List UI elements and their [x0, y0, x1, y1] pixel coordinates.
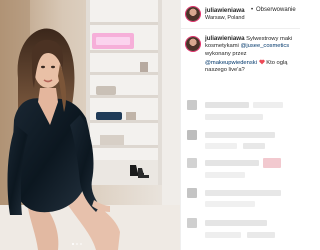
- blurred-block: [205, 143, 237, 149]
- blurred-block: [187, 130, 197, 140]
- caption-line-4: @makeupwiedenski Kto oglą: [205, 59, 288, 66]
- blurred-block: [205, 232, 241, 238]
- blurred-block: [205, 102, 249, 108]
- caption-line-3: wykonany przez: [205, 51, 247, 57]
- blurred-block: [205, 172, 245, 178]
- caption-line-5: naszego live'a?: [205, 67, 245, 73]
- blurred-block: [187, 188, 197, 198]
- blurred-block: [205, 160, 259, 166]
- blurred-block: [263, 158, 281, 168]
- blurred-block: [253, 102, 283, 108]
- caption-text-2: kosmetykami: [205, 43, 239, 49]
- blurred-block: [243, 143, 265, 149]
- mention-jusee-cosmetics[interactable]: @jusee_cosmetics: [240, 43, 289, 49]
- caption-username[interactable]: juliawieniawa: [205, 35, 245, 42]
- following-button[interactable]: Obserwowanie: [256, 7, 296, 13]
- blurred-block: [187, 100, 197, 110]
- blurred-comments: [181, 96, 301, 250]
- separator-dot: •: [251, 7, 254, 13]
- blurred-block: [187, 158, 197, 168]
- caption-line-1: juliawieniawa Sylwestrowy maki: [205, 35, 292, 42]
- username-link[interactable]: juliawieniawa: [205, 7, 245, 14]
- post-header: juliawieniawa • Obserwowanie Warsaw, Pol…: [181, 0, 300, 29]
- location-link[interactable]: Warsaw, Poland: [205, 15, 245, 21]
- blurred-block: [205, 114, 263, 120]
- caption: juliawieniawa Sylwestrowy maki kosmetyka…: [181, 29, 300, 97]
- woman-in-black-dress-photo: [0, 0, 180, 250]
- blurred-block: [247, 232, 275, 238]
- mention-makeupwiedenski[interactable]: @makeupwiedenski: [205, 60, 257, 66]
- blurred-block: [205, 201, 255, 207]
- post-sidebar: juliawieniawa • Obserwowanie Warsaw, Pol…: [180, 0, 300, 250]
- caption-text-1: Sylwestrowy maki: [246, 36, 293, 42]
- blurred-block: [205, 220, 267, 226]
- blurred-block: [205, 132, 275, 138]
- caption-text-4: Kto oglą: [266, 60, 288, 66]
- caption-avatar[interactable]: [186, 37, 200, 51]
- blurred-block: [205, 190, 281, 196]
- heart-icon: [258, 59, 265, 65]
- post-photo[interactable]: [0, 0, 180, 250]
- blurred-block: [187, 218, 197, 228]
- avatar[interactable]: [186, 7, 200, 21]
- caption-line-2: kosmetykami @jusee_cosmetics: [205, 43, 289, 49]
